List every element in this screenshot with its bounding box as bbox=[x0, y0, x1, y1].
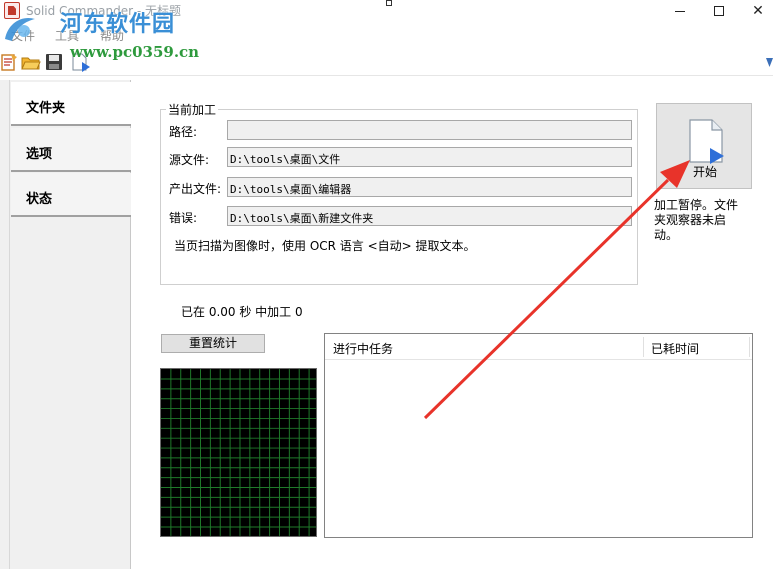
processing-status-note: 加工暂停。文件夹观察器未启动。 bbox=[654, 198, 739, 242]
resize-grip-top[interactable] bbox=[386, 0, 392, 6]
watermark-title: 河东软件园 bbox=[60, 12, 176, 37]
toolbar-overflow-icon[interactable] bbox=[766, 58, 773, 67]
ocr-note: 当页扫描为图像时，使用 OCR 语言 <自动> 提取文本。 bbox=[174, 239, 476, 253]
source-file-field: D:\tools\桌面\文件 bbox=[227, 147, 632, 167]
app-window: Solid Commander - 无标题 ✕ 文件 工具 帮助 bbox=[0, 0, 773, 569]
elapsed-status: 已在 0.00 秒 中加工 0 bbox=[181, 305, 303, 319]
new-document-icon bbox=[1, 54, 17, 71]
source-file-label: 源文件: bbox=[169, 153, 210, 167]
new-document-button[interactable] bbox=[0, 52, 20, 72]
save-button[interactable] bbox=[44, 52, 64, 72]
column-separator[interactable] bbox=[749, 337, 750, 357]
output-file-field: D:\tools\桌面\编辑器 bbox=[227, 177, 632, 197]
column-header-task[interactable]: 进行中任务 bbox=[333, 340, 393, 357]
close-icon: ✕ bbox=[752, 3, 764, 19]
output-file-label: 产出文件: bbox=[169, 182, 222, 196]
task-list[interactable]: 进行中任务 已耗时间 bbox=[324, 333, 753, 538]
close-button[interactable]: ✕ bbox=[735, 0, 773, 22]
current-processing-legend: 当前加工 bbox=[166, 101, 219, 118]
path-label: 路径: bbox=[169, 125, 198, 139]
save-icon bbox=[46, 54, 62, 70]
error-field: D:\tools\桌面\新建文件夹 bbox=[227, 206, 632, 226]
nav-item-status[interactable]: 状态 bbox=[11, 173, 131, 217]
start-button[interactable]: 开始 bbox=[656, 103, 752, 189]
path-field bbox=[227, 120, 632, 140]
graph-background bbox=[161, 369, 316, 536]
nav-item-folder[interactable]: 文件夹 bbox=[11, 82, 131, 126]
minimize-icon bbox=[675, 10, 685, 12]
reset-stats-button[interactable]: 重置统计 bbox=[161, 334, 265, 353]
maximize-icon bbox=[714, 6, 724, 16]
activity-graph bbox=[160, 368, 317, 537]
task-list-header: 进行中任务 已耗时间 bbox=[325, 334, 752, 360]
watermark-url: www.pc0359.cn bbox=[70, 43, 200, 61]
column-header-elapsed-time[interactable]: 已耗时间 bbox=[651, 340, 699, 357]
watermark-logo-icon bbox=[5, 17, 35, 41]
error-label: 错误: bbox=[169, 211, 198, 225]
start-button-label: 开始 bbox=[692, 165, 717, 179]
column-separator[interactable] bbox=[643, 337, 644, 357]
start-icon bbox=[689, 119, 724, 164]
open-folder-button[interactable] bbox=[21, 52, 41, 72]
left-nav-edge bbox=[0, 80, 10, 569]
open-folder-icon bbox=[21, 57, 41, 70]
nav-item-options[interactable]: 选项 bbox=[11, 128, 131, 172]
